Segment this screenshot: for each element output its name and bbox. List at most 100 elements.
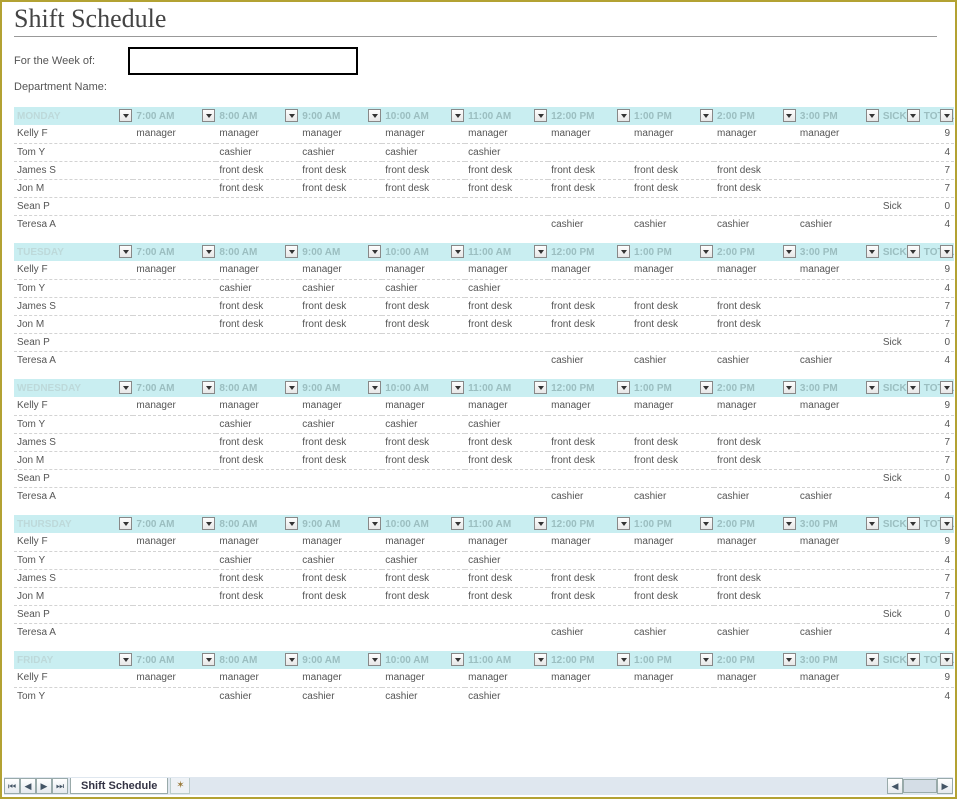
total-header[interactable]: TOTAL <box>921 379 954 397</box>
total-cell[interactable]: 7 <box>921 451 954 469</box>
filter-dropdown-icon[interactable] <box>866 517 879 530</box>
time-header[interactable]: 7:00 AM <box>133 243 216 261</box>
filter-dropdown-icon[interactable] <box>368 381 381 394</box>
tab-nav-first[interactable]: ⏮ <box>4 778 20 794</box>
shift-cell[interactable] <box>631 143 714 161</box>
shift-cell[interactable]: manager <box>465 261 548 279</box>
time-header[interactable]: 7:00 AM <box>133 379 216 397</box>
total-cell[interactable]: 4 <box>921 279 954 297</box>
time-header[interactable]: 3:00 PM <box>797 243 880 261</box>
shift-cell[interactable] <box>465 487 548 505</box>
shift-cell[interactable]: manager <box>714 533 797 551</box>
shift-cell[interactable] <box>797 297 880 315</box>
time-header[interactable]: 9:00 AM <box>299 515 382 533</box>
day-header[interactable]: MONDAY <box>14 107 133 125</box>
shift-cell[interactable]: manager <box>797 533 880 551</box>
time-header[interactable]: 8:00 AM <box>216 379 299 397</box>
shift-cell[interactable] <box>631 605 714 623</box>
time-header[interactable]: 11:00 AM <box>465 379 548 397</box>
shift-cell[interactable]: manager <box>465 397 548 415</box>
shift-cell[interactable] <box>631 469 714 487</box>
shift-cell[interactable]: cashier <box>714 215 797 233</box>
shift-cell[interactable]: cashier <box>216 415 299 433</box>
filter-dropdown-icon[interactable] <box>907 653 920 666</box>
shift-cell[interactable]: front desk <box>299 587 382 605</box>
shift-cell[interactable]: front desk <box>216 179 299 197</box>
sick-cell[interactable] <box>880 451 921 469</box>
filter-dropdown-icon[interactable] <box>907 381 920 394</box>
shift-cell[interactable]: front desk <box>631 161 714 179</box>
shift-cell[interactable]: front desk <box>548 315 631 333</box>
sick-cell[interactable] <box>880 297 921 315</box>
shift-cell[interactable]: cashier <box>216 551 299 569</box>
shift-cell[interactable]: manager <box>382 397 465 415</box>
shift-cell[interactable]: front desk <box>714 161 797 179</box>
shift-cell[interactable]: front desk <box>382 433 465 451</box>
total-cell[interactable]: 7 <box>921 569 954 587</box>
employee-name[interactable]: Kelly F <box>14 397 133 415</box>
shift-cell[interactable]: cashier <box>714 487 797 505</box>
hscroll-right[interactable]: ▶ <box>937 778 953 794</box>
shift-cell[interactable] <box>299 197 382 215</box>
filter-dropdown-icon[interactable] <box>783 653 796 666</box>
shift-cell[interactable] <box>216 215 299 233</box>
shift-cell[interactable] <box>133 605 216 623</box>
total-cell[interactable]: 0 <box>921 605 954 623</box>
shift-cell[interactable] <box>714 333 797 351</box>
shift-cell[interactable]: manager <box>299 397 382 415</box>
time-header[interactable]: 2:00 PM <box>714 651 797 669</box>
time-header[interactable]: 9:00 AM <box>299 107 382 125</box>
filter-dropdown-icon[interactable] <box>866 653 879 666</box>
sick-cell[interactable] <box>880 261 921 279</box>
shift-cell[interactable]: manager <box>382 669 465 687</box>
time-header[interactable]: 12:00 PM <box>548 515 631 533</box>
shift-cell[interactable]: cashier <box>548 351 631 369</box>
shift-cell[interactable]: cashier <box>465 279 548 297</box>
shift-cell[interactable] <box>465 333 548 351</box>
employee-name[interactable]: Sean P <box>14 197 133 215</box>
shift-cell[interactable] <box>133 315 216 333</box>
shift-cell[interactable]: manager <box>216 125 299 143</box>
shift-cell[interactable] <box>133 587 216 605</box>
shift-cell[interactable] <box>714 551 797 569</box>
total-cell[interactable]: 7 <box>921 315 954 333</box>
shift-cell[interactable]: front desk <box>714 451 797 469</box>
filter-dropdown-icon[interactable] <box>534 109 547 122</box>
sick-header[interactable]: SICK? <box>880 379 921 397</box>
time-header[interactable]: 9:00 AM <box>299 651 382 669</box>
shift-cell[interactable] <box>133 179 216 197</box>
filter-dropdown-icon[interactable] <box>940 109 953 122</box>
shift-cell[interactable]: cashier <box>548 623 631 641</box>
total-cell[interactable]: 0 <box>921 197 954 215</box>
total-cell[interactable]: 0 <box>921 469 954 487</box>
shift-cell[interactable] <box>299 351 382 369</box>
shift-cell[interactable]: cashier <box>299 687 382 705</box>
shift-cell[interactable]: cashier <box>714 623 797 641</box>
employee-name[interactable]: Teresa A <box>14 215 133 233</box>
filter-dropdown-icon[interactable] <box>617 517 630 530</box>
time-header[interactable]: 9:00 AM <box>299 243 382 261</box>
shift-cell[interactable] <box>548 687 631 705</box>
shift-cell[interactable] <box>465 215 548 233</box>
filter-dropdown-icon[interactable] <box>285 517 298 530</box>
total-cell[interactable]: 4 <box>921 687 954 705</box>
shift-cell[interactable]: front desk <box>714 297 797 315</box>
employee-name[interactable]: James S <box>14 569 133 587</box>
shift-cell[interactable] <box>714 279 797 297</box>
shift-cell[interactable]: manager <box>631 669 714 687</box>
shift-cell[interactable] <box>548 143 631 161</box>
shift-cell[interactable] <box>714 197 797 215</box>
shift-cell[interactable]: front desk <box>465 587 548 605</box>
time-header[interactable]: 7:00 AM <box>133 651 216 669</box>
filter-dropdown-icon[interactable] <box>617 381 630 394</box>
total-header[interactable]: TOTAL <box>921 107 954 125</box>
shift-cell[interactable]: manager <box>548 669 631 687</box>
shift-cell[interactable] <box>133 469 216 487</box>
shift-cell[interactable]: cashier <box>382 415 465 433</box>
time-header[interactable]: 12:00 PM <box>548 107 631 125</box>
filter-dropdown-icon[interactable] <box>866 109 879 122</box>
shift-cell[interactable]: front desk <box>216 569 299 587</box>
filter-dropdown-icon[interactable] <box>285 653 298 666</box>
shift-cell[interactable]: front desk <box>465 297 548 315</box>
shift-cell[interactable]: cashier <box>548 215 631 233</box>
